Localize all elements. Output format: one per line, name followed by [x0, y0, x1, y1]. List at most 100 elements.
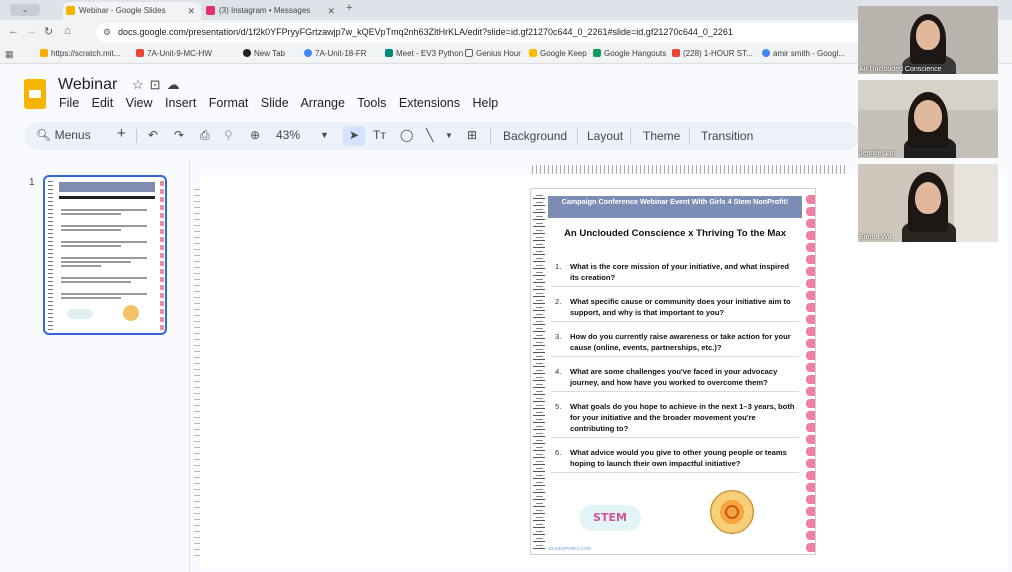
zoom-dropdown-icon[interactable]: ▼: [320, 130, 329, 140]
transition-button[interactable]: Transition: [701, 129, 753, 143]
slide-thumbnail-1[interactable]: [43, 175, 167, 335]
bookmark-google-keep[interactable]: Google Keep: [529, 49, 587, 58]
spiral-binding: [533, 195, 545, 551]
menu-extensions[interactable]: Extensions: [399, 96, 460, 110]
toolbar-divider: [136, 129, 137, 143]
menu-help[interactable]: Help: [473, 96, 499, 110]
bookmark-amir-smith[interactable]: amir smith - Googl...: [762, 49, 845, 58]
question-list: 1. What is the core mission of your initi…: [551, 261, 799, 482]
participant-video-2[interactable]: Jennifer Lin: [858, 80, 998, 158]
new-tab-icon[interactable]: +: [346, 2, 352, 14]
menu-bar: File Edit View Insert Format Slide Arran…: [59, 96, 507, 110]
thumb-line: [61, 277, 147, 279]
paint-format-icon[interactable]: ⚲: [224, 128, 233, 142]
star-icon[interactable]: ☆: [132, 77, 150, 92]
menu-slide[interactable]: Slide: [261, 96, 289, 110]
slides-logo-icon[interactable]: [24, 79, 46, 109]
move-folder-icon[interactable]: ⊡: [150, 77, 167, 92]
tab-title: Webinar - Google Slides: [79, 6, 166, 15]
menu-file[interactable]: File: [59, 96, 79, 110]
document-title[interactable]: Webinar: [58, 76, 117, 94]
video-figure: [914, 100, 942, 132]
url-text: docs.google.com/presentation/d/1f2k0YFPr…: [118, 27, 733, 37]
undo-icon[interactable]: ↶: [148, 128, 158, 142]
menu-insert[interactable]: Insert: [165, 96, 196, 110]
menu-edit[interactable]: Edit: [92, 96, 114, 110]
toolbar-divider: [490, 129, 491, 143]
menu-view[interactable]: View: [126, 96, 153, 110]
atom-icon: [725, 505, 739, 519]
background-button[interactable]: Background: [503, 129, 567, 143]
tab-webinar[interactable]: Webinar - Google Slides ✕: [63, 2, 201, 20]
close-tab-icon[interactable]: ✕: [187, 2, 195, 20]
toolbar-divider: [689, 129, 690, 143]
thumb-line: [61, 241, 147, 243]
site-info-icon[interactable]: ⚙: [103, 23, 111, 42]
slide-title: An Unclouded Conscience x Thriving To th…: [563, 228, 787, 239]
line-dropdown-icon[interactable]: ▼: [445, 131, 453, 140]
slide-banner: Campaign Conference Webinar Event With G…: [548, 196, 802, 218]
close-tab-icon[interactable]: ✕: [327, 2, 335, 20]
bookmark-scratch[interactable]: https://scratch.mit...: [40, 49, 120, 58]
tab-instagram[interactable]: (3) Instagram • Messages ✕: [203, 2, 341, 20]
video-figure: [915, 182, 941, 214]
bookmark-meet-ev3[interactable]: Meet - EV3 Python: [385, 49, 463, 58]
participant-name: An Unclouded Conscience: [859, 66, 942, 73]
notebook-page[interactable]: Campaign Conference Webinar Event With G…: [530, 188, 816, 555]
slide-filmstrip: 1: [10, 159, 190, 572]
comment-icon[interactable]: ⊞: [467, 128, 477, 142]
menu-arrange[interactable]: Arrange: [300, 96, 344, 110]
apps-grid-icon[interactable]: ▦: [5, 49, 14, 60]
new-slide-button[interactable]: +: [117, 125, 126, 142]
thumb-line: [61, 281, 131, 283]
side-tabs: [806, 195, 815, 552]
reload-icon[interactable]: ↻: [44, 25, 53, 38]
question-item: 1. What is the core mission of your initi…: [551, 261, 799, 287]
cloud-status-icon[interactable]: ☁: [167, 77, 186, 92]
shape-icon[interactable]: ◯: [400, 128, 413, 142]
bookmark-7a-unit-18[interactable]: 7A-Unit-18-FR: [304, 49, 367, 58]
layout-button[interactable]: Layout: [587, 129, 623, 143]
print-icon[interactable]: ⎙: [200, 128, 210, 143]
bookmark-genius-hour[interactable]: Genius Hour: [465, 49, 521, 58]
thumb-line: [61, 209, 147, 211]
slide-number: 1: [29, 177, 35, 188]
video-figure: [916, 20, 940, 50]
page-footer: ELISEOPINRA.COM: [549, 546, 591, 551]
zoom-icon[interactable]: ⊕: [250, 128, 260, 142]
slides-favicon-icon: [66, 6, 75, 15]
search-menus-button[interactable]: 🔍︎ Menus: [36, 128, 91, 142]
home-icon[interactable]: ⌂: [64, 25, 71, 37]
line-icon[interactable]: ╲: [426, 128, 433, 142]
toolbar-divider: [630, 129, 631, 143]
select-cursor-icon[interactable]: ➤: [349, 128, 359, 142]
thumb-line: [61, 257, 147, 259]
question-item: 5. What goals do you hope to achieve in t…: [551, 401, 799, 438]
thumb-line: [61, 297, 121, 299]
participant-video-1[interactable]: An Unclouded Conscience: [858, 6, 998, 74]
back-icon[interactable]: ←: [8, 25, 19, 37]
tab-search-button[interactable]: ⌄: [10, 4, 40, 16]
redo-icon[interactable]: ↷: [174, 128, 184, 142]
toolbar: 🔍︎ Menus + ↶ ↷ ⎙ ⚲ ⊕ 43% ▼ ➤ Tт ◯ ╲ ▼ ⊞ …: [24, 122, 860, 150]
bookmark-7a-unit-9[interactable]: 7A-Unit-9-MC-HW: [136, 49, 212, 58]
text-box-icon[interactable]: Tт: [373, 128, 386, 142]
zoom-select[interactable]: 43%: [276, 128, 300, 142]
address-bar[interactable]: ⚙ docs.google.com/presentation/d/1f2k0YF…: [96, 23, 876, 42]
menu-tools[interactable]: Tools: [357, 96, 386, 110]
thumb-stem-logo: [67, 309, 93, 319]
thumb-line: [61, 245, 121, 247]
thumb-rings: [48, 181, 53, 331]
theme-button[interactable]: Theme: [643, 129, 680, 143]
stem-logo: STEM: [579, 505, 641, 531]
instagram-favicon-icon: [206, 6, 215, 15]
bookmark-new-tab[interactable]: New Tab: [243, 49, 285, 58]
bookmark-youtube[interactable]: (228) 1-HOUR ST...: [672, 49, 753, 58]
forward-icon[interactable]: →: [26, 25, 37, 37]
tab-title: (3) Instagram • Messages: [219, 6, 311, 15]
women-in-stem-badge: [710, 490, 754, 534]
bookmark-google-hangouts[interactable]: Google Hangouts: [593, 49, 666, 58]
menu-format[interactable]: Format: [209, 96, 249, 110]
thumb-line: [61, 261, 131, 263]
participant-video-3[interactable]: Emma Wu: [858, 164, 998, 242]
